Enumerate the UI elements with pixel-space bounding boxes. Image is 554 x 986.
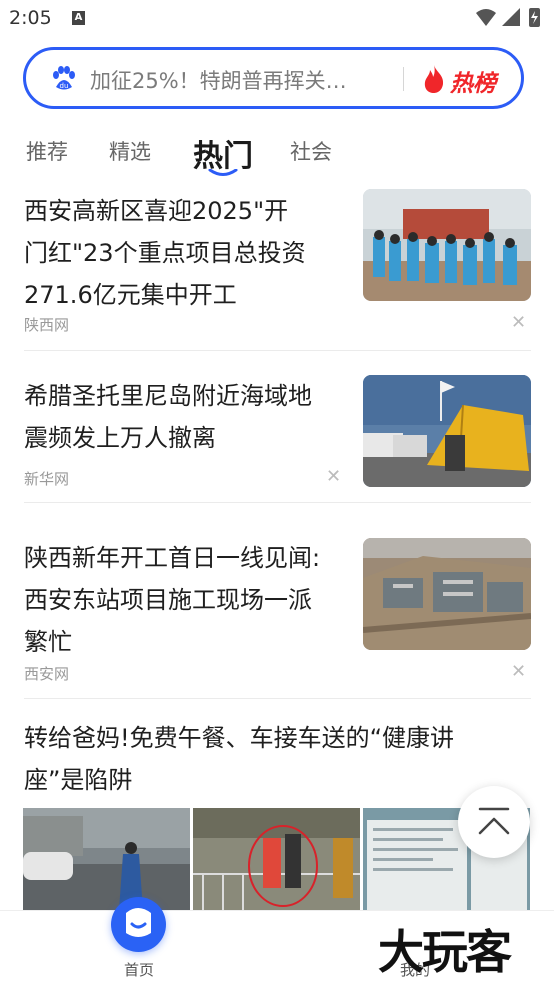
news-title[interactable]: 希腊圣托里尼岛附近海域地 震频发上万人撤离 [24,375,312,459]
dismiss-icon[interactable]: ✕ [326,466,341,487]
svg-text:du: du [60,82,69,90]
notification-icon: A [72,11,85,25]
status-icons [476,8,540,27]
category-tabs: 推荐 精选 热门 社会 [0,128,554,178]
home-icon[interactable] [111,897,166,952]
tab-featured[interactable]: 精选 [109,136,151,166]
nav-home-label[interactable]: 首页 [124,959,154,980]
active-tab-indicator [208,169,238,176]
news-thumbnail[interactable] [23,808,190,910]
item-divider [24,502,531,503]
news-title[interactable]: 转给爸妈!免费午餐、车接车送的“健康讲 座”是陷阱 [24,717,454,801]
wifi-icon [476,9,496,26]
item-divider [24,350,531,351]
search-query[interactable]: 加征25%！特朗普再挥关… [90,65,390,95]
news-thumbnail[interactable] [193,808,360,910]
news-thumbnail[interactable] [363,375,531,487]
hot-list-label[interactable]: 热榜 [450,64,496,98]
back-to-top-button[interactable] [458,786,530,858]
dismiss-icon[interactable]: ✕ [511,312,526,333]
watermark: 大玩客 [378,925,512,979]
news-title[interactable]: 陕西新年开工首日一线见闻: 西安东站项目施工现场一派 繁忙 [24,537,320,663]
news-source: 陕西网 [24,316,70,334]
item-divider [24,698,531,699]
tab-society[interactable]: 社会 [290,136,332,166]
dismiss-icon[interactable]: ✕ [511,661,526,682]
status-time: 2:05 [9,7,52,29]
tab-recommend[interactable]: 推荐 [26,136,68,166]
news-title[interactable]: 西安高新区喜迎2025"开 门红"23个重点项目总投资 271.6亿元集中开工 [24,190,306,316]
signal-icon [502,8,520,26]
arrow-up-icon [478,807,510,835]
news-thumbnail[interactable] [363,538,531,650]
news-source: 西安网 [24,665,70,683]
baidu-paw-icon: du [53,66,75,90]
search-divider [403,67,404,91]
status-bar: 2:05 A [0,0,554,38]
flame-icon[interactable] [422,64,446,94]
news-source: 新华网 [24,470,70,488]
search-bar[interactable]: du 加征25%！特朗普再挥关… 热榜 [23,47,524,109]
news-thumbnail[interactable] [363,189,531,301]
